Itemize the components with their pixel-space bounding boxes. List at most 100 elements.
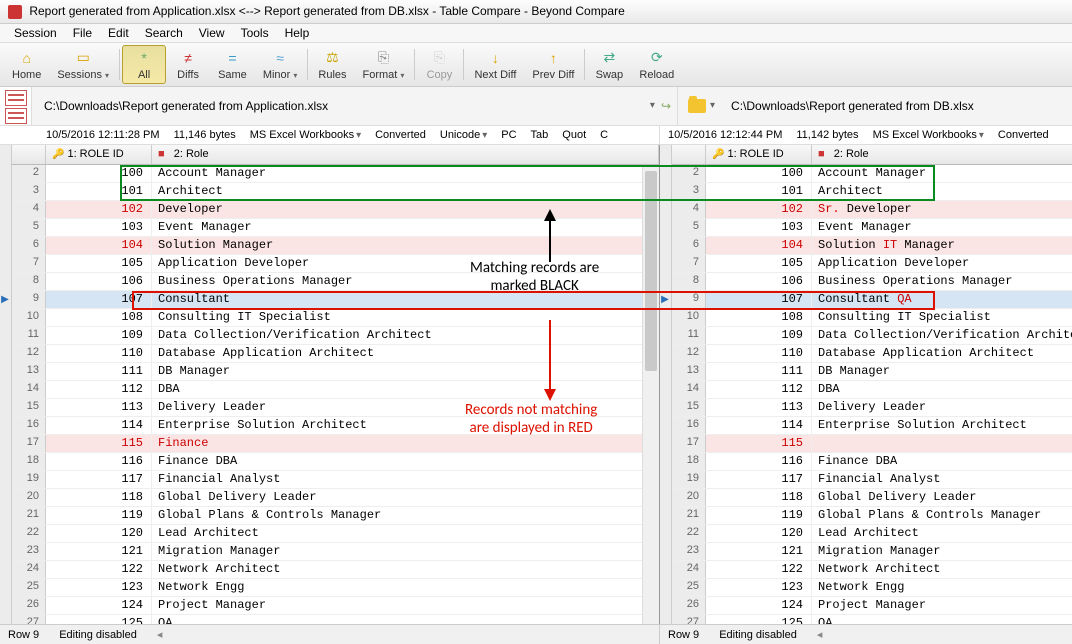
table-row[interactable]: 18116Finance DBA xyxy=(672,453,1072,471)
cell-role[interactable]: Global Plans & Controls Manager xyxy=(152,507,659,524)
table-row[interactable]: 9107Consultant QA xyxy=(672,291,1072,309)
table-row[interactable]: 6104Solution Manager xyxy=(12,237,659,255)
cell-role-id[interactable]: 111 xyxy=(706,363,812,380)
menu-edit[interactable]: Edit xyxy=(100,24,137,42)
cell-role[interactable]: Finance xyxy=(152,435,659,452)
table-row[interactable]: 5103Event Manager xyxy=(12,219,659,237)
cell-role[interactable]: Data Collection/Verification Architect xyxy=(152,327,659,344)
cell-role[interactable]: DB Manager xyxy=(812,363,1072,380)
cell-role[interactable]: Account Manager xyxy=(152,165,659,182)
type[interactable]: MS Excel Workbooks▾ xyxy=(871,129,986,141)
table-row[interactable]: 20118Global Delivery Leader xyxy=(12,489,659,507)
toolbar-home[interactable]: ⌂Home xyxy=(4,45,49,84)
cell-role[interactable]: Delivery Leader xyxy=(152,399,659,416)
cell-role[interactable]: Global Plans & Controls Manager xyxy=(812,507,1072,524)
cell-role-id[interactable]: 113 xyxy=(46,399,152,416)
cell-role[interactable]: Business Operations Manager xyxy=(812,273,1072,290)
cell-role-id[interactable]: 122 xyxy=(706,561,812,578)
table-row[interactable]: 15113Delivery Leader xyxy=(12,399,659,417)
table-row[interactable]: 8106Business Operations Manager xyxy=(12,273,659,291)
cell-role-id[interactable]: 105 xyxy=(706,255,812,272)
toolbar-reload[interactable]: ⟳Reload xyxy=(631,45,682,84)
cell-role-id[interactable]: 101 xyxy=(706,183,812,200)
cell-role-id[interactable]: 114 xyxy=(706,417,812,434)
table-row[interactable]: 13111DB Manager xyxy=(12,363,659,381)
table-row[interactable]: 18116Finance DBA xyxy=(12,453,659,471)
cell-role-id[interactable]: 102 xyxy=(46,201,152,218)
table-row[interactable]: 25123Network Engg xyxy=(672,579,1072,597)
cell-role[interactable]: Finance DBA xyxy=(152,453,659,470)
menu-view[interactable]: View xyxy=(191,24,233,42)
cell-role-id[interactable]: 112 xyxy=(706,381,812,398)
cell-role-id[interactable]: 105 xyxy=(46,255,152,272)
table-row[interactable]: 14112DBA xyxy=(672,381,1072,399)
menu-file[interactable]: File xyxy=(65,24,100,42)
cell-role-id[interactable]: 122 xyxy=(46,561,152,578)
table-row[interactable]: 11109Data Collection/Verification Archit… xyxy=(12,327,659,345)
cell-role[interactable]: DB Manager xyxy=(152,363,659,380)
cell-role-id[interactable]: 112 xyxy=(46,381,152,398)
cell-role-id[interactable]: 104 xyxy=(46,237,152,254)
dropdown-icon[interactable]: ▾ xyxy=(710,100,715,111)
table-row[interactable]: 8106Business Operations Manager xyxy=(672,273,1072,291)
cell-role-id[interactable]: 124 xyxy=(706,597,812,614)
table-row[interactable]: 14112DBA xyxy=(12,381,659,399)
cell-role-id[interactable]: 100 xyxy=(706,165,812,182)
menu-help[interactable]: Help xyxy=(277,24,318,42)
table-row[interactable]: 17115 xyxy=(672,435,1072,453)
doc-icon[interactable] xyxy=(5,90,27,106)
toolbar-diffs[interactable]: ≠Diffs xyxy=(166,45,210,84)
dropdown-icon[interactable]: ▾ xyxy=(650,100,655,111)
table-row[interactable]: 3101Architect xyxy=(12,183,659,201)
table-row[interactable]: 25123Network Engg xyxy=(12,579,659,597)
cell-role[interactable]: Network Architect xyxy=(152,561,659,578)
table-row[interactable]: 12110Database Application Architect xyxy=(12,345,659,363)
table-row[interactable]: 4102Sr. Developer xyxy=(672,201,1072,219)
doc-icon[interactable] xyxy=(5,108,27,124)
table-row[interactable]: 5103Event Manager xyxy=(672,219,1072,237)
menu-tools[interactable]: Tools xyxy=(233,24,277,42)
cell-role-id[interactable]: 118 xyxy=(46,489,152,506)
cell-role-id[interactable]: 117 xyxy=(706,471,812,488)
cell-role-id[interactable]: 101 xyxy=(46,183,152,200)
table-row[interactable]: 12110Database Application Architect xyxy=(672,345,1072,363)
cell-role[interactable]: Solution Manager xyxy=(152,237,659,254)
col-role[interactable]: ■ 2: Role xyxy=(812,145,1072,164)
cell-role[interactable]: Consulting IT Specialist xyxy=(152,309,659,326)
col-role-id[interactable]: 1: ROLE ID xyxy=(706,145,812,164)
cell-role[interactable]: Consultant xyxy=(152,291,659,308)
cell-role-id[interactable]: 121 xyxy=(46,543,152,560)
table-row[interactable]: 7105Application Developer xyxy=(12,255,659,273)
cell-role[interactable]: Sr. Developer xyxy=(812,201,1072,218)
cell-role[interactable]: Database Application Architect xyxy=(152,345,659,362)
cell-role-id[interactable]: 108 xyxy=(46,309,152,326)
swap-icon[interactable]: ↪ xyxy=(661,99,671,113)
table-row[interactable]: 26124Project Manager xyxy=(672,597,1072,615)
cell-role[interactable]: Migration Manager xyxy=(812,543,1072,560)
table-row[interactable]: 17115Finance xyxy=(12,435,659,453)
table-row[interactable]: 16114Enterprise Solution Architect xyxy=(12,417,659,435)
toolbar-next-diff[interactable]: ↓Next Diff xyxy=(466,45,524,84)
toolbar-all[interactable]: *All xyxy=(122,45,166,84)
cell-role[interactable]: Network Engg xyxy=(152,579,659,596)
cell-role-id[interactable]: 116 xyxy=(46,453,152,470)
col-role-id[interactable]: 1: ROLE ID xyxy=(46,145,152,164)
cell-role[interactable]: Solution IT Manager xyxy=(812,237,1072,254)
cell-role-id[interactable]: 114 xyxy=(46,417,152,434)
cell-role-id[interactable]: 108 xyxy=(706,309,812,326)
cell-role[interactable]: Enterprise Solution Architect xyxy=(152,417,659,434)
path-text[interactable]: C:\Downloads\Report generated from DB.xl… xyxy=(731,99,974,113)
cell-role-id[interactable]: 118 xyxy=(706,489,812,506)
cell-role[interactable]: DBA xyxy=(812,381,1072,398)
table-row[interactable]: 22120Lead Architect xyxy=(672,525,1072,543)
table-row[interactable]: 6104Solution IT Manager xyxy=(672,237,1072,255)
table-row[interactable]: 23121Migration Manager xyxy=(672,543,1072,561)
cell-role[interactable]: Project Manager xyxy=(812,597,1072,614)
cell-role-id[interactable]: 117 xyxy=(46,471,152,488)
table-row[interactable]: 10108Consulting IT Specialist xyxy=(12,309,659,327)
table-row[interactable]: 2100Account Manager xyxy=(12,165,659,183)
right-grid[interactable]: 1: ROLE ID ■ 2: Role 2100Account Manager… xyxy=(672,145,1072,625)
table-row[interactable]: 9107Consultant xyxy=(12,291,659,309)
type[interactable]: MS Excel Workbooks▾ xyxy=(248,129,363,141)
cell-role-id[interactable]: 116 xyxy=(706,453,812,470)
